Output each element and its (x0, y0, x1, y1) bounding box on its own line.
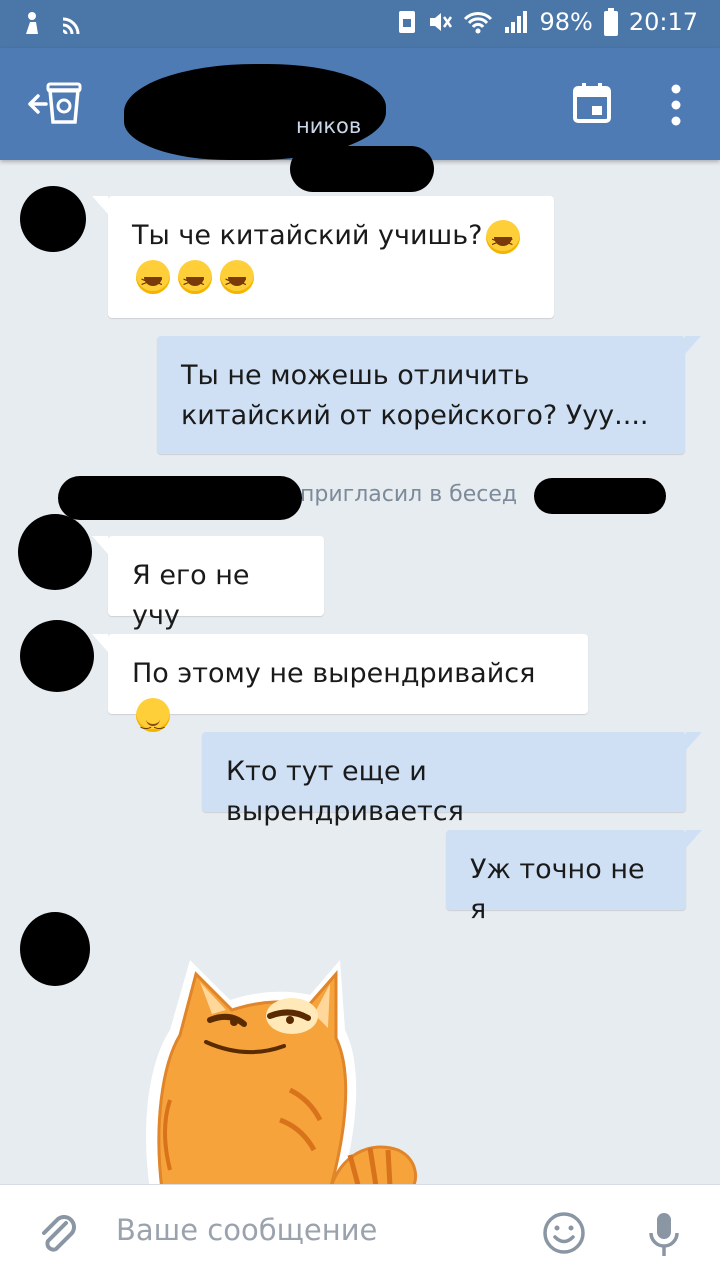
wifi-icon (464, 12, 493, 34)
avatar[interactable] (18, 514, 92, 590)
message-text: Я его не учу (132, 560, 250, 631)
message-outgoing: Уж точно не я (446, 830, 702, 925)
orange-cat-sticker[interactable] (130, 940, 430, 1190)
paperclip-icon (42, 1215, 76, 1252)
smile-icon (543, 1212, 585, 1254)
message-incoming: По этому не вырендривайся (92, 634, 588, 742)
message-outgoing: Кто тут еще и вырендривается (202, 732, 702, 827)
status-left (22, 10, 84, 36)
status-bar: 98% 20:17 (0, 0, 720, 48)
laughing-emoji-icon (178, 259, 212, 303)
attach-button[interactable] (36, 1209, 80, 1259)
clock: 20:17 (628, 8, 698, 36)
notification-icon (26, 12, 38, 34)
message-incoming: Я его не учу (92, 536, 324, 631)
message-text: Ты че китайский учишь? (132, 220, 483, 251)
back-button[interactable] (26, 78, 86, 130)
more-vertical-icon (671, 84, 681, 126)
more-menu-button[interactable] (668, 84, 684, 126)
system-message-text: пригласил в бесед (300, 482, 518, 507)
laughing-emoji-icon (220, 259, 254, 303)
mute-icon (430, 13, 453, 31)
message-outgoing: Ты не можешь отличить китайский от корей… (157, 336, 701, 454)
avatar[interactable] (20, 186, 86, 252)
emoji-button[interactable] (542, 1211, 586, 1255)
calendar-button[interactable] (572, 82, 612, 124)
voice-message-button[interactable] (648, 1209, 680, 1261)
chat-subtitle: ников (296, 114, 362, 138)
battery-icon (603, 8, 618, 36)
message-text-line: Ты не можешь отличить (181, 360, 530, 391)
signal-icon (505, 11, 528, 33)
message-incoming: Ты че китайский учишь? (92, 196, 554, 318)
microphone-icon (649, 1213, 679, 1256)
message-text: Кто тут еще и вырендривается (226, 756, 464, 827)
avatar[interactable] (20, 912, 90, 986)
message-text-line: китайский от корейского? Ууу.... (181, 400, 649, 431)
sim-icon (399, 11, 416, 33)
message-text: По этому не вырендривайся (132, 658, 536, 689)
status-right: 98% 20:17 (397, 8, 698, 36)
laughing-emoji-icon (136, 259, 170, 303)
inviter-name-redacted (58, 476, 302, 520)
message-input[interactable]: Ваше сообщение (116, 1213, 377, 1247)
calendar-icon (573, 83, 611, 123)
cast-icon (62, 17, 80, 35)
message-input-bar: Ваше сообщение (0, 1184, 720, 1281)
message-text: Уж точно не я (470, 854, 645, 925)
chat-header: ников (0, 48, 720, 160)
relieved-emoji-icon (136, 697, 170, 742)
back-arrow-cup-icon (28, 82, 82, 124)
battery-percent: 98% (539, 8, 593, 36)
invitee-name-redacted (534, 478, 666, 514)
laughing-emoji-icon (486, 219, 521, 263)
participants-redacted (290, 146, 434, 192)
avatar[interactable] (20, 620, 94, 692)
